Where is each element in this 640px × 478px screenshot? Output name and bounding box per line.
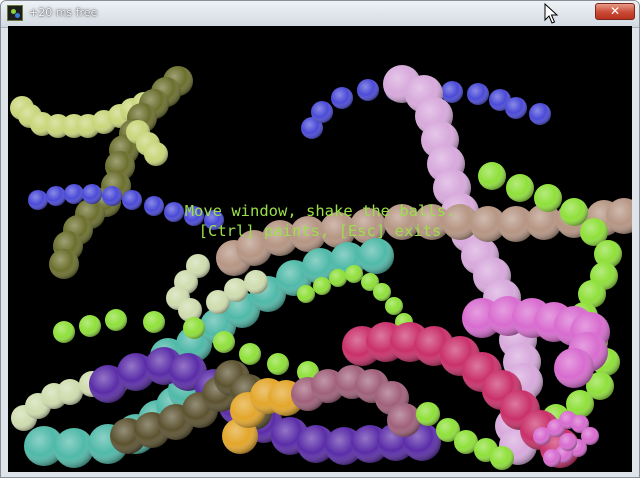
ball <box>53 321 75 343</box>
close-button[interactable]: ✕ <box>595 3 635 20</box>
ball <box>387 403 421 437</box>
balls-svg <box>10 65 632 470</box>
ball <box>105 309 127 331</box>
ball <box>478 162 506 190</box>
ball <box>143 311 165 333</box>
ball <box>79 315 101 337</box>
app-icon[interactable] <box>7 5 23 21</box>
ball <box>144 142 168 166</box>
app-window: +20 ms free ✕ Move window, shake the bal… <box>0 0 640 478</box>
ball <box>529 103 551 125</box>
ball <box>213 331 235 353</box>
ball <box>441 81 463 103</box>
ball <box>49 249 79 279</box>
ball <box>244 270 268 294</box>
ball <box>554 348 594 388</box>
mouse-cursor-icon <box>544 3 559 24</box>
instruction-line-2: [Ctrl] paints, [Esc] exits <box>198 222 442 240</box>
window-title: +20 ms free <box>29 6 98 19</box>
ball <box>505 97 527 119</box>
ball-canvas[interactable]: Move window, shake the balls. [Ctrl] pai… <box>8 26 632 472</box>
ball <box>559 433 577 451</box>
ball <box>345 265 363 283</box>
ball <box>311 101 333 123</box>
ball <box>239 343 261 365</box>
ball <box>543 449 561 467</box>
ball <box>267 353 289 375</box>
ball <box>183 317 205 339</box>
ball <box>331 87 353 109</box>
instruction-text: Move window, shake the balls. [Ctrl] pai… <box>8 201 632 241</box>
ball <box>385 297 403 315</box>
ball <box>54 428 94 468</box>
ball <box>373 283 391 301</box>
ball <box>506 174 534 202</box>
ball <box>467 83 489 105</box>
ball <box>358 238 394 274</box>
ball <box>313 277 331 295</box>
instruction-line-1: Move window, shake the balls. <box>184 202 456 220</box>
ball <box>297 285 315 303</box>
ball <box>490 446 514 470</box>
ball <box>357 79 379 101</box>
ball <box>416 402 440 426</box>
ball <box>329 269 347 287</box>
